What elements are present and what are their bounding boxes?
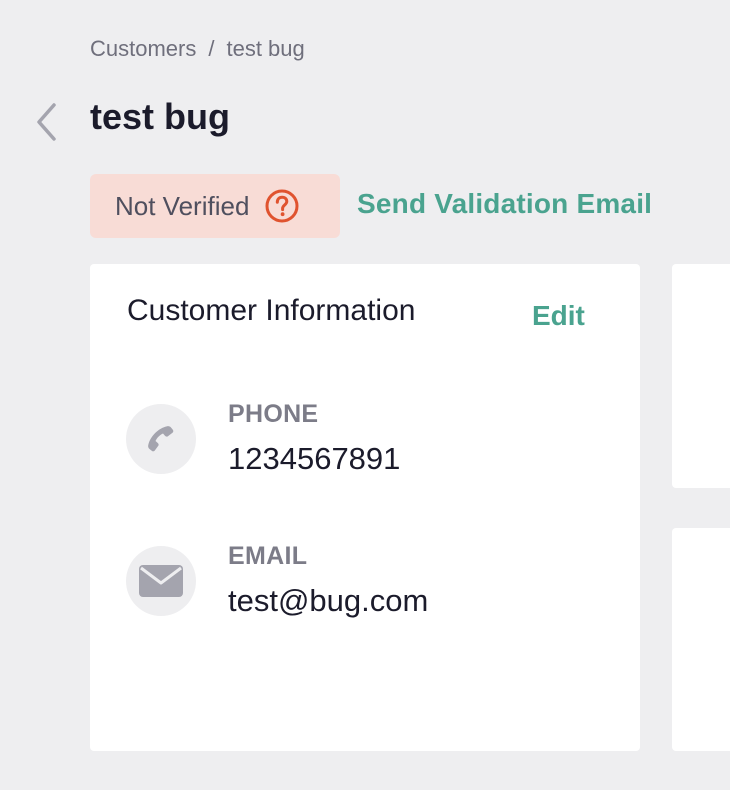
breadcrumb-item-current: test bug [226,36,305,61]
edit-button[interactable]: Edit [532,300,585,332]
chevron-left-icon [37,103,56,141]
email-row: EMAIL test@bug.com [126,542,429,619]
back-button[interactable] [28,100,64,144]
send-validation-email-link[interactable]: Send Validation Email [357,188,652,220]
verification-status-label: Not Verified [115,190,250,221]
phone-icon [126,404,196,474]
breadcrumb-item-customers[interactable]: Customers [90,36,196,62]
envelope-icon [126,546,196,616]
help-icon[interactable] [265,189,299,223]
phone-row: PHONE 1234567891 [126,400,401,477]
side-card [672,528,730,751]
breadcrumb: Customers / test bug [90,36,305,62]
phone-value: 1234567891 [228,441,401,476]
customer-information-card: Customer Information Edit PHONE 12345678… [90,264,640,751]
side-card [672,264,730,488]
card-title: Customer Information [127,294,416,327]
verification-status-badge: Not Verified [90,174,340,238]
page-title: test bug [90,96,230,137]
breadcrumb-separator: / [208,36,215,61]
phone-label: PHONE [228,400,319,428]
email-value: test@bug.com [228,583,429,618]
email-label: EMAIL [228,542,308,570]
